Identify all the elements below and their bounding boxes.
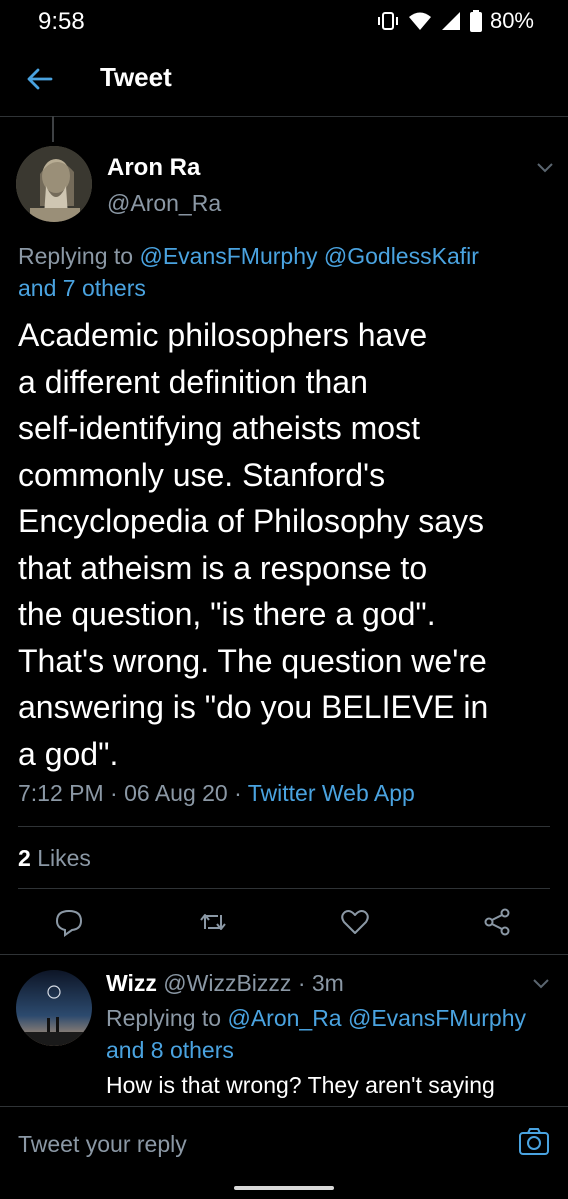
author-handle[interactable]: @Aron_Ra bbox=[107, 190, 221, 217]
reply-compose-bar bbox=[0, 1106, 568, 1181]
reply-author-name[interactable]: Wizz bbox=[106, 970, 157, 996]
signal-icon bbox=[441, 12, 460, 30]
retweet-icon[interactable] bbox=[198, 907, 228, 937]
reply-mention-evansfmurphy[interactable]: @EvansFMurphy bbox=[139, 243, 317, 269]
share-icon[interactable] bbox=[482, 907, 512, 937]
vibrate-icon bbox=[377, 12, 398, 30]
battery-percent: 80% bbox=[489, 8, 534, 33]
reply-mention-godlesskafir[interactable]: @GodlessKafir bbox=[324, 243, 479, 269]
likes-row[interactable]: 2 Likes bbox=[18, 845, 91, 872]
meta-divider bbox=[18, 826, 550, 827]
reply-author-handle[interactable]: @WizzBizzz bbox=[163, 970, 291, 996]
battery-icon bbox=[469, 10, 482, 32]
avatar[interactable] bbox=[16, 146, 92, 222]
reply-text: How is that wrong? They aren't saying bbox=[106, 1072, 495, 1098]
tweet-meta: 7:12 PM · 06 Aug 20 · Twitter Web App bbox=[18, 780, 415, 807]
thread-line bbox=[52, 116, 54, 142]
likes-divider bbox=[18, 888, 550, 889]
replying-to: Replying to @EvansFMurphy @GodlessKafir … bbox=[18, 240, 558, 304]
like-heart-icon[interactable] bbox=[340, 907, 370, 937]
tweet-text: Academic philosophers have a different d… bbox=[18, 317, 489, 772]
likes-count: 2 bbox=[18, 845, 31, 871]
wifi-icon bbox=[408, 12, 431, 30]
reply-header: Wizz @WizzBizzz · 3m bbox=[106, 970, 344, 997]
reply-others-link[interactable]: and 8 others bbox=[106, 1037, 234, 1063]
page-title: Tweet bbox=[100, 62, 172, 92]
back-arrow-icon[interactable] bbox=[24, 64, 54, 94]
tweet-source[interactable]: Twitter Web App bbox=[248, 780, 415, 806]
reply-avatar[interactable] bbox=[16, 970, 92, 1046]
author-name[interactable]: Aron Ra bbox=[107, 154, 200, 182]
reply-avatar-image bbox=[16, 970, 92, 1046]
reply-mention-aron-ra[interactable]: @Aron_Ra bbox=[227, 1005, 341, 1031]
reply-input[interactable] bbox=[16, 1121, 490, 1167]
likes-label: Likes bbox=[37, 845, 91, 871]
reply-chevron-down-icon[interactable] bbox=[532, 978, 550, 990]
reply-replying-to: Replying to @Aron_Ra @EvansFMurphy and 8… bbox=[106, 1002, 556, 1066]
meta-sep: · bbox=[234, 780, 242, 806]
meta-sep: · bbox=[110, 780, 118, 806]
replying-prefix: Replying to bbox=[18, 243, 134, 269]
header-divider bbox=[0, 116, 568, 117]
chevron-down-icon[interactable] bbox=[536, 162, 554, 174]
avatar-portrait bbox=[16, 146, 92, 222]
reply-replying-prefix: Replying to bbox=[106, 1005, 222, 1031]
tweet-date: 06 Aug 20 bbox=[124, 780, 228, 806]
reply-sep: · bbox=[297, 970, 306, 996]
reply-mention-evansfmurphy[interactable]: @EvansFMurphy bbox=[348, 1005, 526, 1031]
status-icons: 80% bbox=[376, 8, 534, 34]
reply-age: 3m bbox=[311, 970, 344, 996]
reply-others-link[interactable]: and 7 others bbox=[18, 275, 146, 301]
camera-icon[interactable] bbox=[518, 1127, 550, 1157]
reply-icon[interactable] bbox=[54, 907, 84, 937]
tweet-divider bbox=[0, 954, 568, 955]
status-time: 9:58 bbox=[38, 8, 85, 35]
home-indicator[interactable] bbox=[234, 1186, 334, 1190]
tweet-time: 7:12 PM bbox=[18, 780, 104, 806]
